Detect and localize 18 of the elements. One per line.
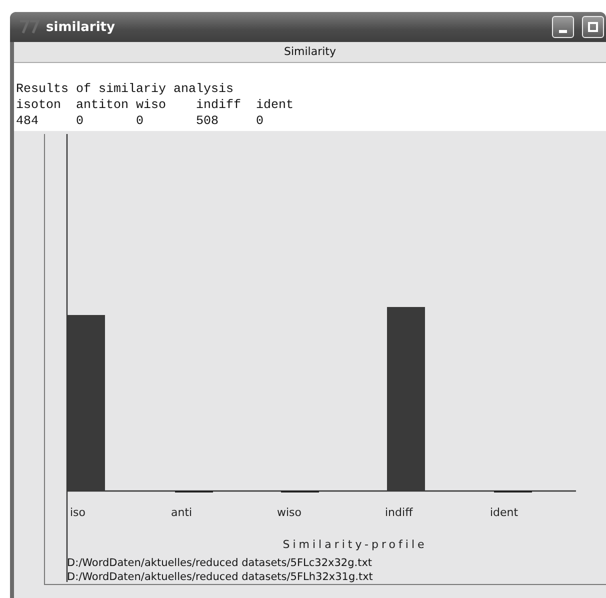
category-label: wiso [277,506,302,519]
category-label: ident [490,506,518,519]
x-axis-label: Similarity-profile [282,538,428,551]
category-label: indiff [385,506,413,519]
maximize-button[interactable] [582,16,604,38]
result-line: 484 0 0 508 0 [16,113,265,129]
result-line: Results of similariy analysis [16,81,235,97]
file-path: D:/WordDaten/aktuelles/reduced datasets/5FLc32x32g.txt [67,557,372,569]
panel-header: Similarity [14,42,606,63]
maximize-icon [588,22,598,32]
app-icon [18,18,40,36]
file-path: D:/WordDaten/aktuelles/reduced datasets/5FLh32x31g.txt [67,571,373,583]
minimize-icon [559,30,567,32]
minimize-button[interactable] [552,16,574,38]
category-label: iso [70,506,86,519]
result-line: isoton antiton wiso indiff ident [16,97,295,113]
window-title: similarity [46,20,115,34]
category-label: anti [171,506,192,519]
